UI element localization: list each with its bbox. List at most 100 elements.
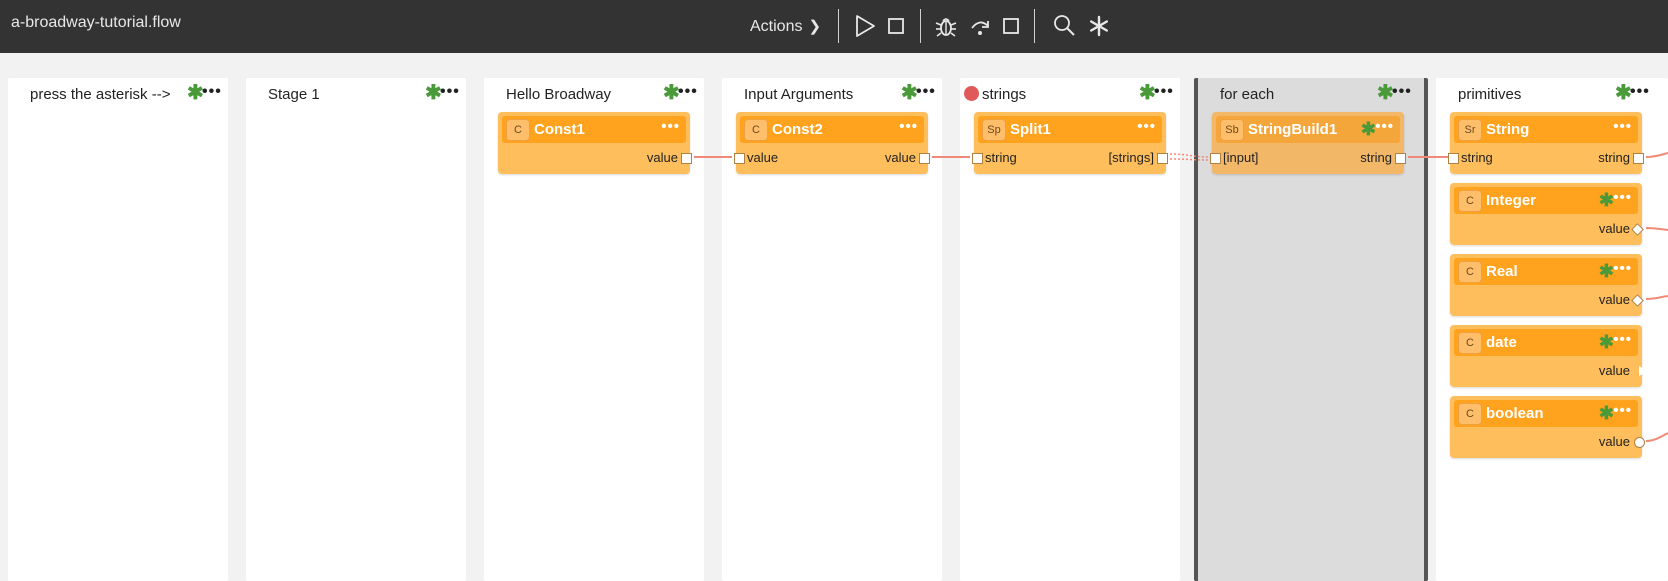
output-port-label: value: [1598, 434, 1630, 449]
node-header[interactable]: C Const1 •••: [502, 116, 686, 143]
output-port[interactable]: [1639, 366, 1648, 376]
input-port-label: value: [747, 150, 779, 165]
stage-more-icon[interactable]: •••: [1630, 83, 1650, 101]
node-more-icon[interactable]: •••: [1375, 118, 1394, 135]
stage-more-icon[interactable]: •••: [916, 83, 936, 101]
node-type-badge: Sb: [1220, 119, 1244, 141]
output-port-label: value: [884, 150, 916, 165]
stage-title[interactable]: Stage 1: [268, 86, 320, 103]
node-header[interactable]: Sb StringBuild1 ✱ •••: [1216, 116, 1400, 143]
output-port[interactable]: [1631, 294, 1644, 307]
node-asterisk-icon[interactable]: ✱: [1599, 191, 1614, 209]
output-port[interactable]: [919, 153, 930, 164]
node-more-icon[interactable]: •••: [1613, 118, 1632, 135]
node-const1[interactable]: C Const1 ••• value: [498, 112, 692, 174]
node-header[interactable]: Sr String •••: [1454, 116, 1638, 143]
flow-canvas[interactable]: press the asterisk --> ✱ ••• Stage 1 ✱ •…: [0, 53, 1668, 581]
node-more-icon[interactable]: •••: [1613, 260, 1632, 277]
stop-icon[interactable]: [883, 12, 911, 40]
output-port-label: string: [1360, 150, 1392, 165]
output-port[interactable]: [1631, 223, 1644, 236]
node-header[interactable]: C date ✱ •••: [1454, 329, 1638, 356]
stage-column[interactable]: [246, 78, 466, 581]
input-port-label: [input]: [1223, 150, 1259, 165]
toolbar-divider: [1034, 9, 1035, 43]
node-integer[interactable]: C Integer ✱ ••• value: [1450, 183, 1644, 245]
output-port-label: value: [1598, 292, 1630, 307]
node-type-badge: Sr: [1458, 119, 1482, 141]
node-type-badge: C: [1458, 403, 1482, 425]
output-port[interactable]: [1395, 153, 1406, 164]
node-split1[interactable]: Sp Split1 ••• string [strings]: [972, 112, 1168, 174]
play-icon[interactable]: [851, 12, 879, 40]
stage-more-icon[interactable]: •••: [1392, 83, 1412, 101]
node-header[interactable]: C boolean ✱ •••: [1454, 400, 1638, 427]
debug-bug-icon[interactable]: [932, 12, 960, 40]
input-port-label: string: [985, 150, 1017, 165]
node-more-icon[interactable]: •••: [661, 118, 680, 135]
node-header[interactable]: C Real ✱ •••: [1454, 258, 1638, 285]
actions-menu-button[interactable]: Actions ❯: [750, 17, 821, 36]
node-asterisk-icon[interactable]: ✱: [1599, 262, 1614, 280]
node-date[interactable]: C date ✱ ••• value: [1450, 325, 1648, 387]
node-name: Real: [1486, 263, 1518, 280]
stage-title[interactable]: strings: [982, 86, 1026, 103]
node-asterisk-icon[interactable]: ✱: [1599, 404, 1614, 422]
output-port-label: value: [1598, 221, 1630, 236]
stage-title[interactable]: primitives: [1458, 86, 1521, 103]
node-type-badge: C: [744, 119, 768, 141]
step-over-icon[interactable]: [966, 12, 994, 40]
stage-title[interactable]: press the asterisk -->: [30, 86, 170, 103]
output-port-label: value: [1598, 363, 1630, 378]
node-string[interactable]: Sr String ••• string string: [1448, 112, 1644, 174]
stage-title[interactable]: Input Arguments: [744, 86, 853, 103]
input-port[interactable]: [1448, 153, 1459, 164]
stage-title[interactable]: Hello Broadway: [506, 86, 611, 103]
output-port-label: [strings]: [1108, 150, 1154, 165]
node-header[interactable]: Sp Split1 •••: [978, 116, 1162, 143]
node-more-icon[interactable]: •••: [899, 118, 918, 135]
node-type-badge: C: [506, 119, 530, 141]
output-port[interactable]: [681, 153, 692, 164]
node-more-icon[interactable]: •••: [1613, 331, 1632, 348]
node-name: StringBuild1: [1248, 121, 1338, 138]
node-more-icon[interactable]: •••: [1613, 402, 1632, 419]
stage-column[interactable]: [8, 78, 228, 581]
node-name: String: [1486, 121, 1530, 138]
node-more-icon[interactable]: •••: [1137, 118, 1156, 135]
asterisk-icon[interactable]: [1086, 12, 1114, 40]
node-name: Split1: [1010, 121, 1051, 138]
node-more-icon[interactable]: •••: [1613, 189, 1632, 206]
actions-label: Actions: [750, 18, 803, 35]
stage-more-icon[interactable]: •••: [202, 83, 222, 101]
stage-more-icon[interactable]: •••: [1154, 83, 1174, 101]
output-port[interactable]: [1157, 153, 1168, 164]
input-port-label: string: [1461, 150, 1493, 165]
node-type-badge: C: [1458, 190, 1482, 212]
input-port[interactable]: [1210, 153, 1221, 164]
output-port[interactable]: [1634, 437, 1645, 448]
node-boolean[interactable]: C boolean ✱ ••• value: [1450, 396, 1645, 458]
node-name: Integer: [1486, 192, 1537, 209]
output-port-label: value: [646, 150, 678, 165]
input-port[interactable]: [972, 153, 983, 164]
search-icon[interactable]: [1050, 12, 1078, 40]
node-real[interactable]: C Real ✱ ••• value: [1450, 254, 1644, 316]
node-const2[interactable]: C Const2 ••• value value: [734, 112, 930, 174]
node-name: date: [1486, 334, 1517, 351]
node-asterisk-icon[interactable]: ✱: [1361, 120, 1376, 138]
error-indicator: [964, 86, 979, 101]
node-type-badge: C: [1458, 261, 1482, 283]
node-name: Const2: [772, 121, 823, 138]
node-header[interactable]: C Integer ✱ •••: [1454, 187, 1638, 214]
node-stringbuild1[interactable]: Sb StringBuild1 ✱ ••• [input] string: [1210, 112, 1406, 174]
output-port[interactable]: [1633, 153, 1644, 164]
node-asterisk-icon[interactable]: ✱: [1599, 333, 1614, 351]
stage-more-icon[interactable]: •••: [440, 83, 460, 101]
node-name: Const1: [534, 121, 585, 138]
input-port[interactable]: [734, 153, 745, 164]
stage-title[interactable]: for each: [1220, 86, 1274, 103]
debug-stop-icon[interactable]: [998, 12, 1026, 40]
stage-more-icon[interactable]: •••: [678, 83, 698, 101]
node-header[interactable]: C Const2 •••: [740, 116, 924, 143]
